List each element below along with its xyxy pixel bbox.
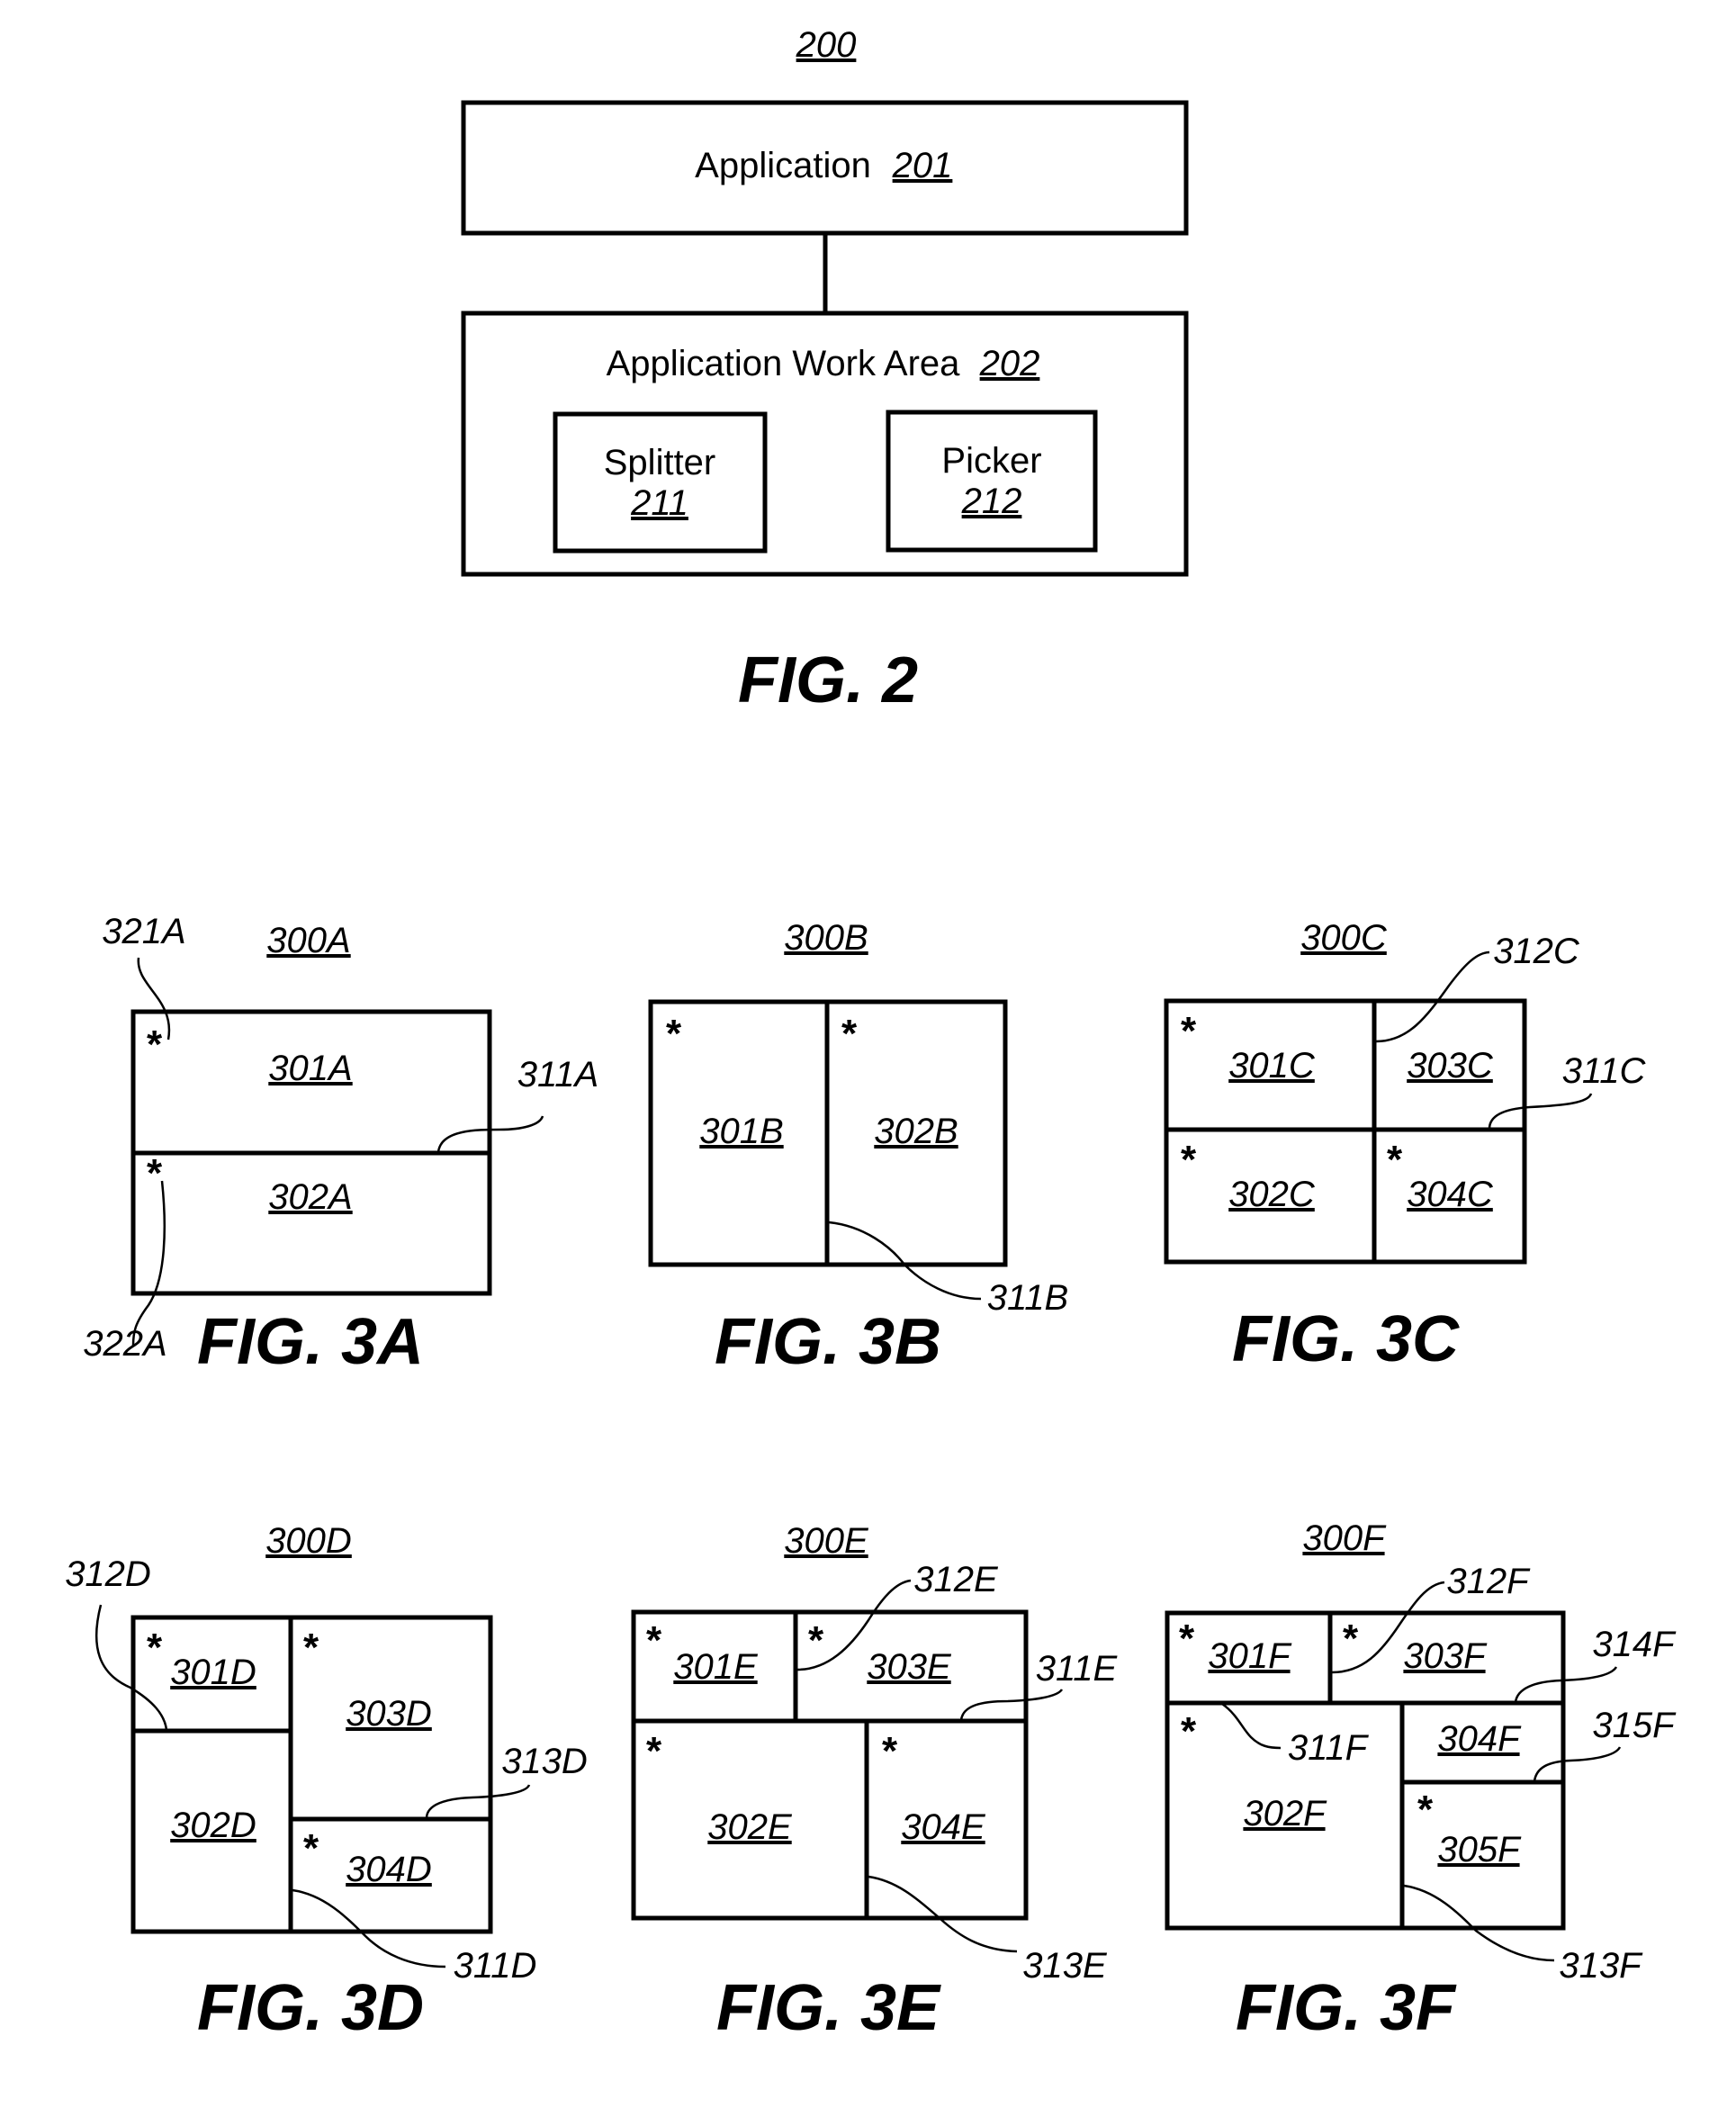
marker-icon: * [303,1826,319,1870]
picker-label: Picker [941,441,1041,481]
fig3a-ref: 300A [266,921,350,960]
pane-303d: 303D [346,1694,432,1734]
fig-3b: 300B * * 301B 302B 311B FIG. 3B [648,918,1068,1378]
fig3c-caption: FIG. 3C [1232,1303,1460,1375]
marker-icon: * [666,1012,682,1056]
label-311c: 311C [1562,1051,1647,1091]
label-312c: 312C [1493,932,1580,971]
label-313e: 313E [1022,1946,1108,1986]
fig2-caption: FIG. 2 [738,644,918,716]
fig-3a: 300A * * 301A 302A 321A 322A 311A FIG. 3… [83,912,598,1378]
marker-icon: * [1343,1617,1359,1661]
pane-302d: 302D [170,1806,256,1845]
marker-icon: * [1387,1138,1403,1182]
pane-301f: 301F [1208,1636,1292,1676]
marker-icon: * [841,1012,858,1056]
label-311d: 311D [454,1946,537,1986]
pane-304e: 304E [901,1807,986,1847]
marker-icon: * [1181,1709,1197,1753]
fig3e-caption: FIG. 3E [716,1972,941,2044]
pane-303e: 303E [867,1647,952,1687]
pane-301e: 301E [673,1647,759,1687]
marker-icon: * [147,1626,163,1670]
marker-icon: * [646,1618,662,1662]
label-312f: 312F [1446,1562,1531,1601]
pane-304d: 304D [346,1850,432,1889]
fig2-ref: 200 [796,25,857,65]
marker-icon: * [882,1729,898,1773]
fig-3e: 300E * * * * 301E 302E 303E 304E 312E 31… [631,1521,1119,2044]
label-314f: 314F [1592,1625,1677,1664]
marker-icon: * [1179,1617,1195,1661]
fig3d-caption: FIG. 3D [197,1972,424,2044]
fig-3d: 300D * * * 301D 302D 303D 304D 312D 311D… [65,1521,588,2044]
fig3f-caption: FIG. 3F [1236,1972,1457,2044]
pane-305f: 305F [1437,1830,1522,1869]
splitter-ref: 211 [630,483,688,523]
label-311a: 311A [517,1055,598,1095]
label-312e: 312E [913,1560,999,1599]
work-area-label: Application Work Area [607,344,961,383]
splitter-label: Splitter [604,443,716,482]
marker-icon: * [1181,1138,1197,1182]
pane-302a: 302A [268,1177,352,1217]
fig3a-caption: FIG. 3A [197,1306,424,1378]
pane-301d: 301D [170,1653,256,1692]
patent-drawing-sheet: 200 Application 201 Application Work Are… [65,25,1677,2044]
marker-icon: * [1417,1788,1434,1832]
pane-301b: 301B [699,1112,783,1151]
marker-icon: * [1181,1009,1197,1053]
label-313f: 313F [1559,1946,1643,1986]
marker-icon: * [147,1022,163,1067]
fig-2: 200 Application 201 Application Work Are… [461,25,1189,716]
label-315f: 315F [1592,1706,1677,1745]
label-312d: 312D [65,1554,151,1594]
application-label: Application [695,146,871,185]
pane-304c: 304C [1407,1175,1494,1214]
pane-302e: 302E [707,1807,793,1847]
marker-icon: * [303,1626,319,1670]
fig3d-ref: 300D [265,1521,352,1561]
work-area-ref: 202 [979,344,1040,383]
pane-302b: 302B [874,1112,958,1151]
fig3f-ref: 300F [1302,1518,1387,1558]
fig3b-ref: 300B [784,918,868,958]
pane-304f: 304F [1437,1719,1522,1759]
application-ref: 201 [892,146,953,185]
label-311e: 311E [1036,1649,1119,1689]
pane-301c: 301C [1228,1046,1316,1086]
marker-icon: * [808,1618,824,1662]
label-322a: 322A [83,1324,166,1364]
pane-302c: 302C [1228,1175,1316,1214]
label-321a: 321A [102,912,185,951]
fig-3f: 300F * * * * 301F 302F 303F 304F 305F 31… [1165,1518,1677,2044]
pane-303c: 303C [1407,1046,1494,1086]
fig3e-ref: 300E [784,1521,869,1561]
picker-ref: 212 [961,482,1022,521]
pane-303f: 303F [1403,1636,1488,1676]
pane-302f: 302F [1243,1794,1327,1833]
fig-3c: 300C * * * 301C 302C 303C 304C 312C 311C… [1164,918,1647,1375]
marker-icon: * [646,1729,662,1773]
splitter-box [553,411,768,554]
label-313d: 313D [501,1742,588,1781]
fig3c-ref: 300C [1300,918,1388,958]
pane-301a: 301A [268,1049,352,1088]
marker-icon: * [147,1151,163,1195]
fig3b-caption: FIG. 3B [715,1306,941,1378]
label-311b: 311B [987,1278,1068,1318]
label-311f: 311F [1288,1728,1370,1768]
